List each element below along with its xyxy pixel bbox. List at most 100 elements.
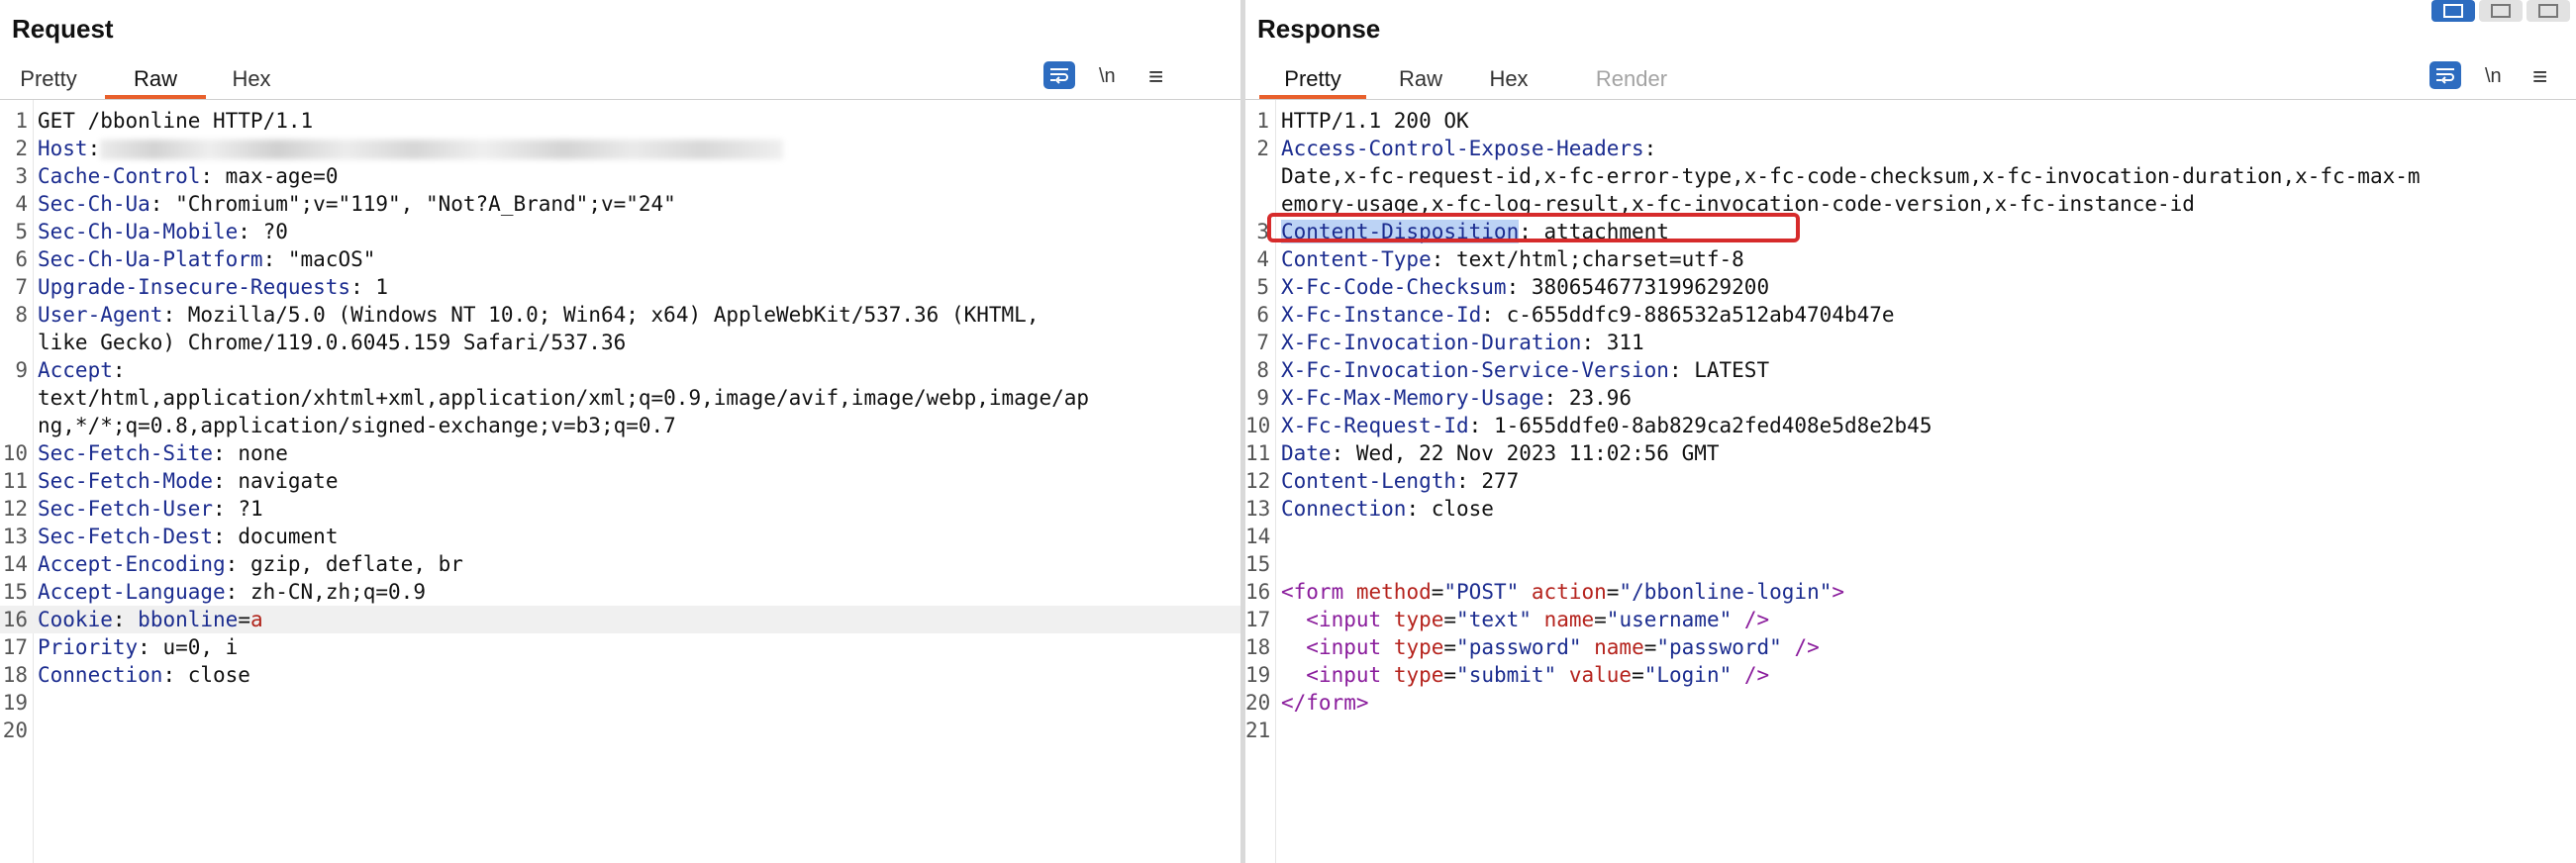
- code-text: Accept:: [38, 356, 126, 384]
- code-text: Content-Type: text/html;charset=utf-8: [1281, 245, 1744, 273]
- html-token: [1343, 580, 1356, 604]
- code-line: 2 Access-Control-Expose-Headers:: [1245, 135, 2576, 162]
- line-number: 12: [2, 497, 28, 521]
- html-token: [1732, 663, 1744, 687]
- wrap-lines-icon[interactable]: [2429, 61, 2461, 89]
- header-value: c-655ddfc9-886532a512ab4704b47e: [1493, 303, 1895, 327]
- split-columns-icon[interactable]: [2431, 0, 2475, 22]
- code-text: <form method="POST" action="/bbonline-lo…: [1281, 578, 1844, 606]
- code-line: 17 <input type="text" name="username" />: [1245, 606, 2576, 633]
- request-tab-hex[interactable]: Hex: [220, 63, 283, 99]
- response-tab-raw[interactable]: Raw: [1390, 63, 1451, 99]
- html-token: />: [1743, 663, 1770, 687]
- code-line: 9 X-Fc-Max-Memory-Usage: 23.96: [1245, 384, 2576, 412]
- html-token: </form>: [1281, 691, 1369, 715]
- code-line: 9 Accept:: [0, 356, 1240, 384]
- request-panel: Request Pretty Raw Hex \n ≡ 1 GET /bbonli…: [0, 0, 1240, 863]
- code-line: 21: [1245, 717, 2576, 744]
- code-line: 8 User-Agent: Mozilla/5.0 (Windows NT 10.…: [0, 301, 1240, 329]
- request-editor[interactable]: 1 GET /bbonline HTTP/1.1 2 Host: 3 Cache-Cont…: [0, 100, 1240, 863]
- header-value: "Chromium";v="119", "Not?A_Brand";v="24": [162, 192, 676, 216]
- code-text: Date,x-fc-request-id,x-fc-error-type,x-f…: [1281, 162, 2421, 190]
- line-number: 19: [1245, 663, 1271, 687]
- header-colon: :: [225, 552, 239, 576]
- response-panel: Response Pretty Raw Hex Render \n ≡ 1 HTT…: [1245, 0, 2576, 863]
- html-token: =: [1606, 580, 1620, 604]
- code-line: 7 X-Fc-Invocation-Duration: 311: [1245, 329, 2576, 356]
- cookie-name: bbonline: [138, 608, 239, 631]
- wrap-lines-icon[interactable]: [1043, 61, 1075, 89]
- html-token: <form: [1281, 580, 1344, 604]
- code-text: <input type="password" name="password" /…: [1281, 633, 1819, 661]
- request-tab-pretty[interactable]: Pretty: [8, 63, 89, 99]
- code-line: 16 Cookie: bbonline=a: [0, 606, 1240, 633]
- html-token: name: [1543, 608, 1595, 631]
- single-panel-icon[interactable]: [2526, 0, 2570, 22]
- header-value: 3806546773199629200: [1519, 275, 1770, 299]
- request-tab-raw[interactable]: Raw: [105, 63, 206, 99]
- line-number: 4: [15, 192, 28, 216]
- html-token: [1281, 635, 1306, 659]
- header-name: Connection: [1281, 497, 1407, 521]
- response-editor[interactable]: 1 HTTP/1.1 200 OK 2 Access-Control-Expose-H…: [1245, 100, 2576, 863]
- newline-toggle[interactable]: \n: [1099, 61, 1116, 91]
- code-text: Sec-Fetch-Site: none: [38, 439, 288, 467]
- html-token: =: [1643, 635, 1657, 659]
- header-value: Wed, 22 Nov 2023 11:02:56 GMT: [1343, 441, 1720, 465]
- header-name: X-Fc-Invocation-Service-Version: [1281, 358, 1669, 382]
- header-name: Accept-Encoding: [38, 552, 226, 576]
- code-line: 10 X-Fc-Request-Id: 1-655ddfe0-8ab829ca2f…: [1245, 412, 2576, 439]
- plain-text: Date,x-fc-request-id,x-fc-error-type,x-f…: [1281, 164, 2421, 188]
- response-tab-render[interactable]: Render: [1590, 63, 1673, 99]
- line-number: 16: [1245, 580, 1271, 604]
- hamburger-menu-icon[interactable]: ≡: [2532, 61, 2547, 91]
- code-text: Sec-Ch-Ua-Platform: "macOS": [38, 245, 375, 273]
- line-number: 8: [15, 303, 28, 327]
- html-token: "/bbonline-login": [1619, 580, 1833, 604]
- html-token: =: [1632, 663, 1644, 687]
- code-text: Cache-Control: max-age=0: [38, 162, 338, 190]
- code-line: 14: [1245, 523, 2576, 550]
- newline-toggle[interactable]: \n: [2485, 61, 2502, 91]
- header-value: Mozilla/5.0 (Windows NT 10.0; Win64; x64…: [175, 303, 1040, 327]
- split-rows-icon[interactable]: [2479, 0, 2523, 22]
- header-name: Priority: [38, 635, 139, 659]
- code-line: 20 </form>: [1245, 689, 2576, 717]
- line-number: 15: [2, 580, 28, 604]
- code-text: Content-Length: 277: [1281, 467, 1519, 495]
- plain-text: like Gecko) Chrome/119.0.6045.159 Safari…: [38, 331, 627, 354]
- line-number: 14: [2, 552, 28, 576]
- line-number: 7: [15, 275, 28, 299]
- header-value: 23.96: [1556, 386, 1633, 410]
- html-token: [1556, 663, 1569, 687]
- response-tab-pretty[interactable]: Pretty: [1259, 63, 1366, 99]
- html-token: "password": [1456, 635, 1582, 659]
- line-number: 5: [15, 220, 28, 243]
- header-name: Cache-Control: [38, 164, 201, 188]
- code-line: 2 Host:: [0, 135, 1240, 162]
- line-number: 10: [2, 441, 28, 465]
- code-text: Sec-Ch-Ua-Mobile: ?0: [38, 218, 288, 245]
- html-token: "Login": [1643, 663, 1733, 687]
- header-colon: :: [112, 358, 126, 382]
- header-value: gzip, deflate, br: [238, 552, 463, 576]
- header-name: Cookie: [38, 608, 113, 631]
- line-number: 2: [15, 137, 28, 160]
- response-tab-hex[interactable]: Hex: [1481, 63, 1536, 99]
- html-token: "POST": [1443, 580, 1520, 604]
- hamburger-menu-icon[interactable]: ≡: [1148, 61, 1163, 91]
- header-colon: :: [1431, 247, 1444, 271]
- line-number: 17: [1245, 608, 1271, 631]
- code-text: like Gecko) Chrome/119.0.6045.159 Safari…: [38, 329, 626, 356]
- header-name: X-Fc-Instance-Id: [1281, 303, 1482, 327]
- line-number: 4: [1256, 247, 1269, 271]
- code-line: like Gecko) Chrome/119.0.6045.159 Safari…: [0, 329, 1240, 356]
- code-line: 8 X-Fc-Invocation-Service-Version: LATEST: [1245, 356, 2576, 384]
- html-token: type: [1393, 635, 1444, 659]
- line-number: 10: [1245, 414, 1271, 437]
- header-colon: :: [1406, 497, 1420, 521]
- line-number: 6: [1256, 303, 1269, 327]
- line-number: 13: [2, 525, 28, 548]
- html-token: [1532, 608, 1544, 631]
- line-number: 16: [2, 608, 28, 631]
